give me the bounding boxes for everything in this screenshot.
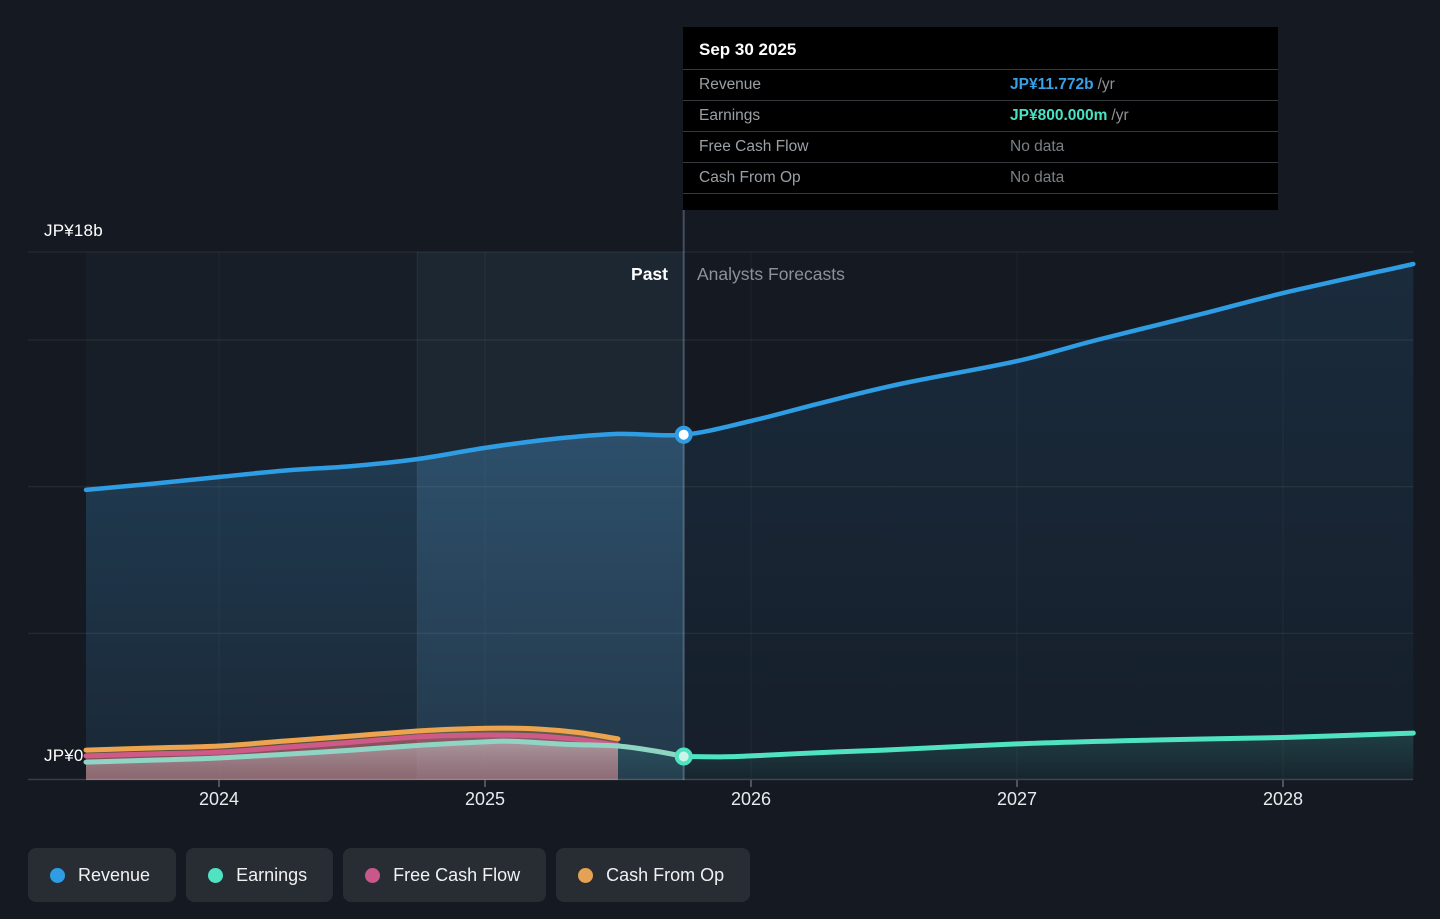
legend-dot-icon xyxy=(365,868,380,883)
legend-chip-earnings[interactable]: Earnings xyxy=(186,848,333,902)
x-axis-label-2024: 2024 xyxy=(174,789,264,810)
tooltip-row: Cash From Op No data xyxy=(683,162,1278,194)
hover-tooltip: Sep 30 2025 RevenueJP¥11.772b/yrEarnings… xyxy=(683,27,1278,210)
legend-label: Earnings xyxy=(236,865,307,886)
x-axis-label-2027: 2027 xyxy=(972,789,1062,810)
tooltip-row-value: JP¥11.772b xyxy=(1010,76,1094,93)
tooltip-row: Free Cash Flow No data xyxy=(683,131,1278,162)
legend-dot-icon xyxy=(50,868,65,883)
tooltip-row-label: Revenue xyxy=(699,76,761,94)
tooltip-row-label: Free Cash Flow xyxy=(699,138,808,156)
x-axis-label-2028: 2028 xyxy=(1238,789,1328,810)
legend-dot-icon xyxy=(208,868,223,883)
y-axis-top-label: JP¥18b xyxy=(44,221,103,241)
tooltip-row-label: Cash From Op xyxy=(699,169,801,187)
tooltip-row-unit: /yr xyxy=(1098,76,1115,93)
tooltip-row: Revenue JP¥11.772b/yr xyxy=(683,69,1278,100)
x-axis-label-2026: 2026 xyxy=(706,789,796,810)
chart-legend: Revenue Earnings Free Cash Flow Cash From O… xyxy=(28,848,750,902)
tooltip-row-value: No data xyxy=(1010,138,1064,155)
tooltip-row-unit: /yr xyxy=(1111,107,1128,124)
revenue-area-forecast xyxy=(684,264,1414,780)
legend-dot-icon xyxy=(578,868,593,883)
past-section-label: Past xyxy=(540,264,668,285)
x-axis-label-2025: 2025 xyxy=(440,789,530,810)
legend-chip-free-cash-flow[interactable]: Free Cash Flow xyxy=(343,848,546,902)
forecast-section-label: Analysts Forecasts xyxy=(697,264,845,285)
tooltip-date: Sep 30 2025 xyxy=(683,27,1278,69)
tooltip-row-value: No data xyxy=(1010,169,1064,186)
legend-label: Free Cash Flow xyxy=(393,865,520,886)
earnings-marker-point xyxy=(677,750,691,764)
revenue-marker-point xyxy=(677,428,691,442)
legend-label: Cash From Op xyxy=(606,865,724,886)
tooltip-row-label: Earnings xyxy=(699,107,760,125)
tooltip-row: Earnings JP¥800.000m/yr xyxy=(683,100,1278,131)
legend-label: Revenue xyxy=(78,865,150,886)
tooltip-row-value: JP¥800.000m xyxy=(1010,107,1107,124)
legend-chip-cash-from-op[interactable]: Cash From Op xyxy=(556,848,750,902)
legend-chip-revenue[interactable]: Revenue xyxy=(28,848,176,902)
financials-growth-chart-page: { "tooltip": { "date": "Sep 30 2025", "r… xyxy=(0,0,1440,919)
revenue-area-past xyxy=(86,459,417,780)
y-axis-zero-label: JP¥0 xyxy=(44,746,84,766)
